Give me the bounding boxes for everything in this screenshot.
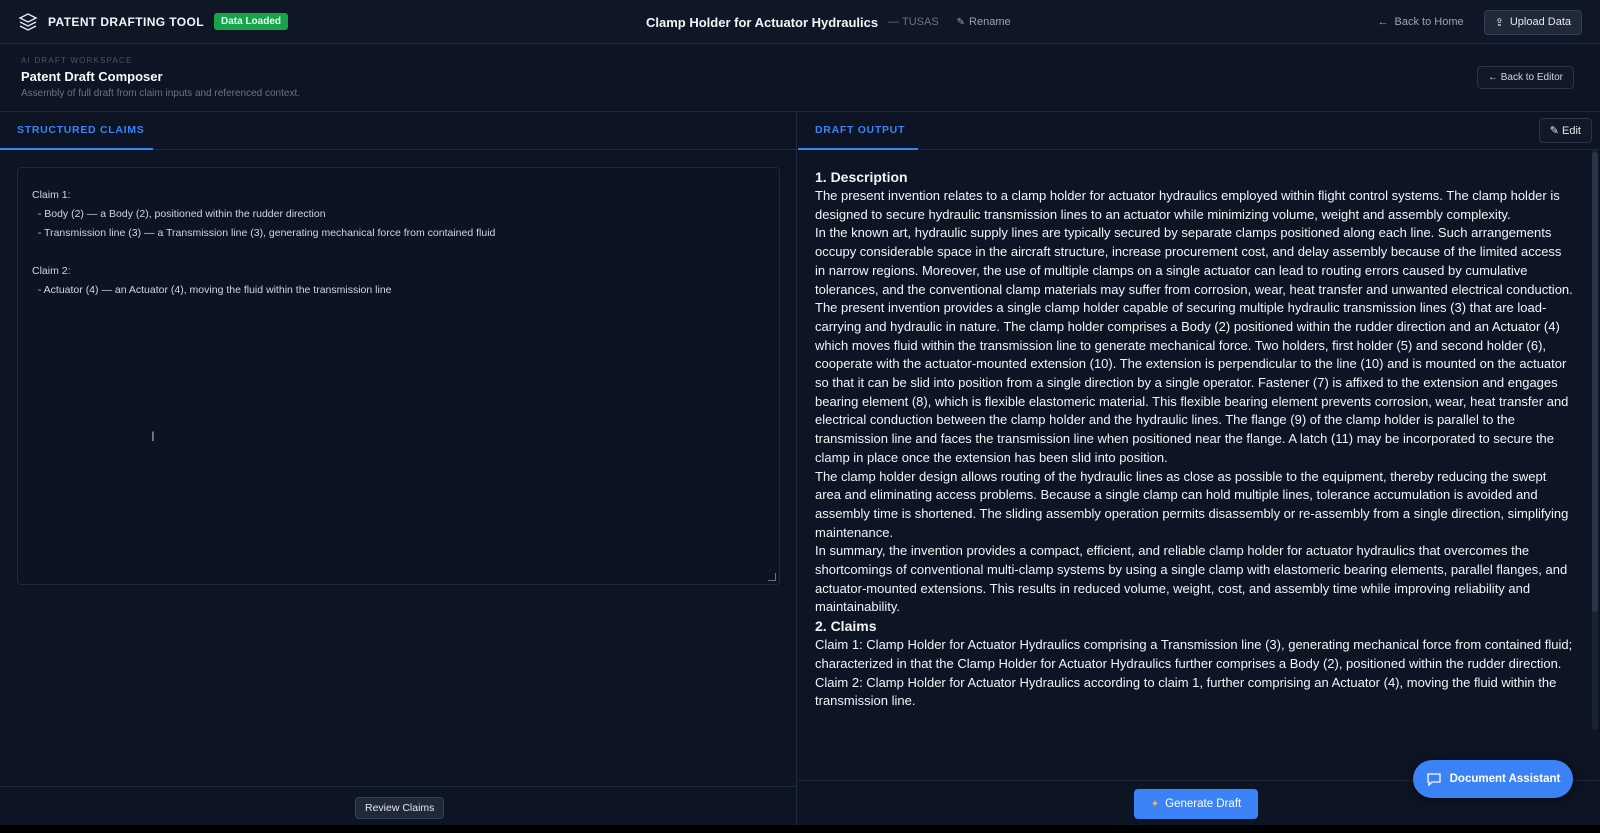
review-claims-button[interactable]: Review Claims	[355, 797, 445, 819]
brand[interactable]: PATENT DRAFTING TOOL Data Loaded	[18, 12, 289, 32]
claims-textarea[interactable]: Claim 1: - Body (2) — a Body (2), positi…	[17, 167, 780, 585]
draft-paragraph: The present invention relates to a clamp…	[815, 188, 1560, 222]
upload-label: Upload Data	[1509, 16, 1571, 28]
draft-paragraph: The present invention provides a single …	[815, 300, 1569, 465]
claims-line: - Actuator (4) — an Actuator (4), moving…	[32, 284, 392, 296]
edit-button[interactable]: ✎ Edit	[1538, 118, 1592, 143]
claims-line: - Transmission line (3) — a Transmission…	[32, 227, 496, 239]
chat-bubble-icon	[1426, 773, 1441, 787]
claims-line: Claim 1:	[32, 189, 71, 201]
project-title-area: Clamp Holder for Actuator Hydraulics — T…	[646, 0, 1011, 44]
workspace-header: AI DRAFT WORKSPACE Patent Draft Composer…	[0, 44, 1600, 112]
tab-draft-output[interactable]: DRAFT OUTPUT	[798, 112, 918, 150]
app-root: PATENT DRAFTING TOOL Data Loaded Clamp H…	[0, 0, 1600, 833]
draft-paragraph: The clamp holder design allows routing o…	[815, 468, 1569, 540]
tab-structured-claims[interactable]: STRUCTURED CLAIMS	[0, 112, 153, 150]
page-title: Patent Draft Composer	[21, 69, 163, 84]
top-actions: ← Back to Home ⇪ Upload Data	[1378, 0, 1582, 44]
text-cursor-icon: I	[151, 428, 155, 444]
assistant-label: Document Assistant	[1449, 773, 1561, 785]
draft-text: 1. Description The present invention rel…	[815, 168, 1573, 766]
resize-handle[interactable]	[768, 573, 776, 581]
pencil-icon: ✎	[1549, 125, 1563, 137]
claims-blank-line	[32, 243, 765, 262]
left-footer: Review Claims	[0, 786, 796, 825]
structured-claims-panel: STRUCTURED CLAIMS Claim 1: - Body (2) — …	[0, 112, 797, 825]
project-subtitle: — TUSAS	[888, 16, 939, 28]
draft-claim: Claim 2: Clamp Holder for Actuator Hydra…	[815, 674, 1557, 709]
back-home-button[interactable]: ← Back to Home	[1378, 16, 1464, 28]
left-tabbar: STRUCTURED CLAIMS	[0, 112, 796, 150]
back-to-editor-button[interactable]: ← Back to Editor	[1476, 66, 1574, 89]
project-title: Clamp Holder for Actuator Hydraulics	[646, 14, 879, 30]
window-bottom-strip	[0, 825, 1600, 833]
generate-label: Generate Draft	[1165, 798, 1242, 810]
document-assistant-button[interactable]: Document Assistant	[1413, 760, 1573, 798]
rename-label: Rename	[969, 16, 1011, 28]
rename-button[interactable]: ✎ Rename	[957, 16, 1011, 28]
arrow-left-icon: ←	[1377, 16, 1389, 28]
description-heading: 1. Description	[815, 169, 908, 185]
sparkle-icon: ✦	[1150, 798, 1160, 810]
page-description: Assembly of full draft from claim inputs…	[21, 88, 301, 99]
top-bar: PATENT DRAFTING TOOL Data Loaded Clamp H…	[0, 0, 1600, 44]
right-tabbar: DRAFT OUTPUT ✎ Edit	[798, 112, 1600, 150]
upload-data-button[interactable]: ⇪ Upload Data	[1483, 9, 1582, 35]
draft-claim: Claim 1: Clamp Holder for Actuator Hydra…	[815, 637, 1573, 671]
draft-paragraph: In summary, the invention provides a com…	[815, 543, 1568, 615]
status-badge: Data Loaded	[214, 13, 289, 30]
draft-scrollbar-thumb[interactable]	[1592, 152, 1598, 612]
workspace-kicker: AI DRAFT WORKSPACE	[21, 56, 133, 65]
brand-name: PATENT DRAFTING TOOL	[48, 14, 204, 29]
pencil-icon: ✎	[956, 16, 966, 28]
draft-output-panel: DRAFT OUTPUT ✎ Edit 1. Description The p…	[798, 112, 1600, 825]
layers-logo-icon	[18, 12, 38, 31]
generate-draft-button[interactable]: ✦ Generate Draft	[1134, 789, 1258, 819]
claims-line: Claim 2:	[32, 265, 71, 277]
claims-heading: 2. Claims	[815, 618, 877, 635]
back-home-label: Back to Home	[1394, 16, 1464, 28]
edit-label: Edit	[1562, 125, 1581, 137]
claims-line: - Body (2) — a Body (2), positioned with…	[32, 208, 326, 220]
draft-paragraph: In the known art, hydraulic supply lines…	[815, 225, 1573, 297]
upload-icon: ⇪	[1494, 16, 1504, 29]
